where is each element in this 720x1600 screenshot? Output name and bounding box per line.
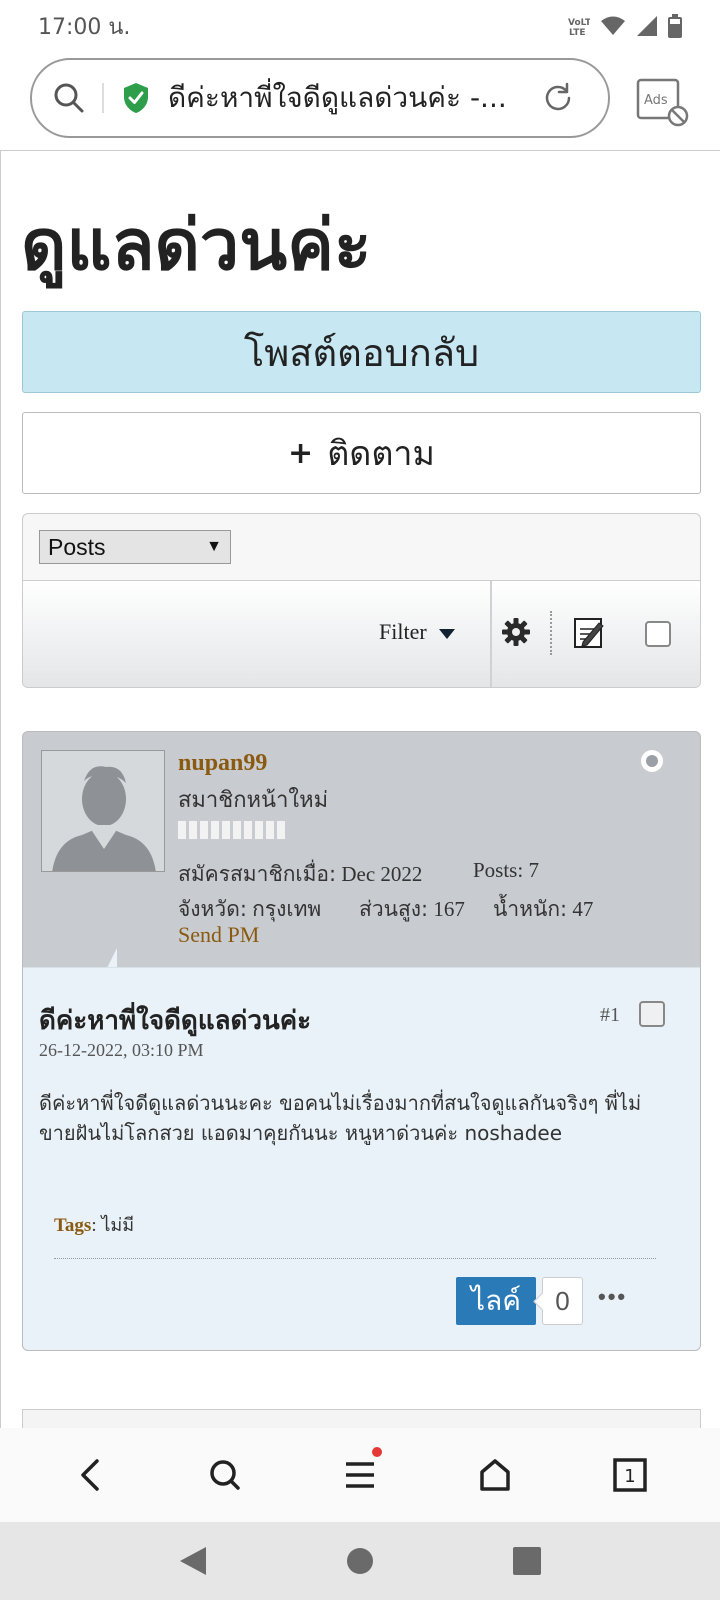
dropdown-arrow-icon: ▼	[206, 538, 222, 555]
post-pointer	[97, 948, 117, 968]
ad-block-button[interactable]: Ads	[636, 76, 692, 128]
post-author-info: nupan99 สมาชิกหน้าใหม่ สมัครสมาชิกเมื่อ:…	[23, 732, 700, 968]
home-icon[interactable]	[471, 1451, 519, 1499]
tab-count: 1	[625, 1466, 636, 1487]
user-info-row-1: สมัครสมาชิกเมื่อ: Dec 2022	[178, 858, 422, 891]
system-recents-icon[interactable]	[507, 1541, 547, 1581]
page-content: ดูแลด่วนค่ะ โพสต์ตอบกลับ + ติดตาม Posts …	[0, 150, 720, 1428]
browser-bottom-nav: 1	[0, 1428, 720, 1522]
browser-toolbar: ดีค่ะหาพี่ใจดีดูแลด่วนค่ะ -... Ads	[0, 52, 720, 150]
posts-value: 7	[528, 858, 539, 882]
joined-label: สมัครสมาชิกเมื่อ:	[178, 862, 337, 886]
post-card: nupan99 สมาชิกหน้าใหม่ สมัครสมาชิกเมื่อ:…	[22, 731, 701, 1351]
plus-icon: +	[288, 435, 314, 471]
more-options-icon[interactable]: •••	[598, 1284, 627, 1310]
battery-icon	[668, 14, 682, 38]
follow-button[interactable]: + ติดตาม	[22, 412, 701, 494]
username-link[interactable]: nupan99	[178, 750, 267, 777]
weight-label: น้ำหนัก:	[493, 897, 568, 921]
online-status-icon	[641, 750, 663, 772]
thread-toolbar: Posts ▼ Filter	[22, 513, 701, 688]
height-value: 167	[433, 897, 465, 921]
gear-icon[interactable]	[501, 617, 531, 647]
filter-label: Filter	[379, 619, 427, 644]
svg-text:Ads: Ads	[644, 93, 668, 108]
search-icon[interactable]	[201, 1451, 249, 1499]
back-icon[interactable]	[66, 1451, 114, 1499]
next-post-preview	[22, 1409, 701, 1428]
posts-label: Posts:	[473, 858, 524, 882]
weight-value: 47	[572, 897, 594, 921]
toolbar-actions: Filter	[23, 580, 700, 687]
post-divider	[54, 1258, 656, 1259]
toolbar-dotted-divider	[550, 611, 552, 655]
view-mode-value: Posts	[48, 533, 106, 560]
height-info: ส่วนสูง: 167	[359, 893, 465, 926]
province-value: กรุงเทพ	[252, 897, 322, 921]
system-home-icon[interactable]	[340, 1541, 380, 1581]
post-select-checkbox[interactable]	[639, 1001, 665, 1027]
search-icon[interactable]	[52, 81, 86, 115]
system-back-icon[interactable]	[173, 1541, 213, 1581]
post-number-link[interactable]: #1	[600, 1004, 620, 1027]
post-text: ดีค่ะหาพี่ใจดีดูแลด่วนนะคะ ขอคนไม่เรื่อง…	[39, 1091, 642, 1145]
post-date: 26-12-2022, 03:10 PM	[39, 1040, 204, 1060]
toolbar-divider	[490, 581, 492, 687]
status-time: 17:00 น.	[38, 14, 131, 40]
reply-button[interactable]: โพสต์ตอบกลับ	[22, 311, 701, 393]
status-icons: VoLTELTE	[566, 14, 682, 38]
tags-label: Tags	[54, 1215, 92, 1236]
like-count: 0	[542, 1277, 583, 1325]
menu-icon[interactable]	[336, 1447, 384, 1499]
edit-icon[interactable]	[573, 615, 605, 649]
height-label: ส่วนสูง:	[359, 897, 429, 921]
system-nav-bar	[0, 1522, 720, 1600]
caret-down-icon	[438, 629, 455, 639]
shield-icon[interactable]	[122, 82, 150, 114]
view-mode-select[interactable]: Posts ▼	[39, 530, 231, 564]
tabs-icon[interactable]: 1	[606, 1451, 654, 1499]
address-bar[interactable]: ดีค่ะหาพี่ใจดีดูแลด่วนค่ะ -...	[30, 58, 610, 138]
tags-value: ไม่มี	[101, 1215, 135, 1236]
svg-text:LTE: LTE	[569, 28, 586, 38]
filter-button[interactable]: Filter	[379, 619, 455, 645]
post-tags: Tags: ไม่มี	[54, 1215, 135, 1236]
post-title: ดีค่ะหาพี่ใจดีดูแลด่วนค่ะ	[39, 1006, 312, 1036]
posts-count: Posts: 7	[473, 858, 539, 883]
province-label: จังหวัด:	[178, 897, 247, 921]
follow-label: ติดตาม	[327, 434, 435, 474]
weight-info: น้ำหนัก: 47	[493, 893, 593, 926]
select-all-checkbox[interactable]	[645, 621, 671, 647]
reputation-bar	[178, 821, 285, 839]
address-divider	[102, 83, 104, 113]
volte-lte-icon: VoLTELTE	[566, 14, 590, 38]
svg-text:VoLTE: VoLTE	[568, 18, 590, 28]
like-button[interactable]: ไลค์	[456, 1277, 536, 1325]
status-bar: 17:00 น. VoLTELTE	[0, 0, 720, 52]
post-body: ดีค่ะหาพี่ใจดีดูแลด่วนค่ะ #1 26-12-2022,…	[23, 967, 700, 1350]
page-title: ดูแลด่วนค่ะ	[21, 204, 372, 286]
avatar[interactable]	[41, 750, 165, 872]
url-text[interactable]: ดีค่ะหาพี่ใจดีดูแลด่วนค่ะ -...	[168, 76, 528, 120]
signal-icon	[636, 15, 658, 37]
joined-value: Dec 2022	[341, 862, 423, 886]
reload-icon[interactable]	[540, 80, 576, 116]
wifi-icon	[600, 15, 626, 37]
user-rank: สมาชิกหน้าใหม่	[178, 788, 329, 813]
notification-dot	[371, 1447, 382, 1457]
send-pm-link[interactable]: Send PM	[178, 922, 259, 948]
